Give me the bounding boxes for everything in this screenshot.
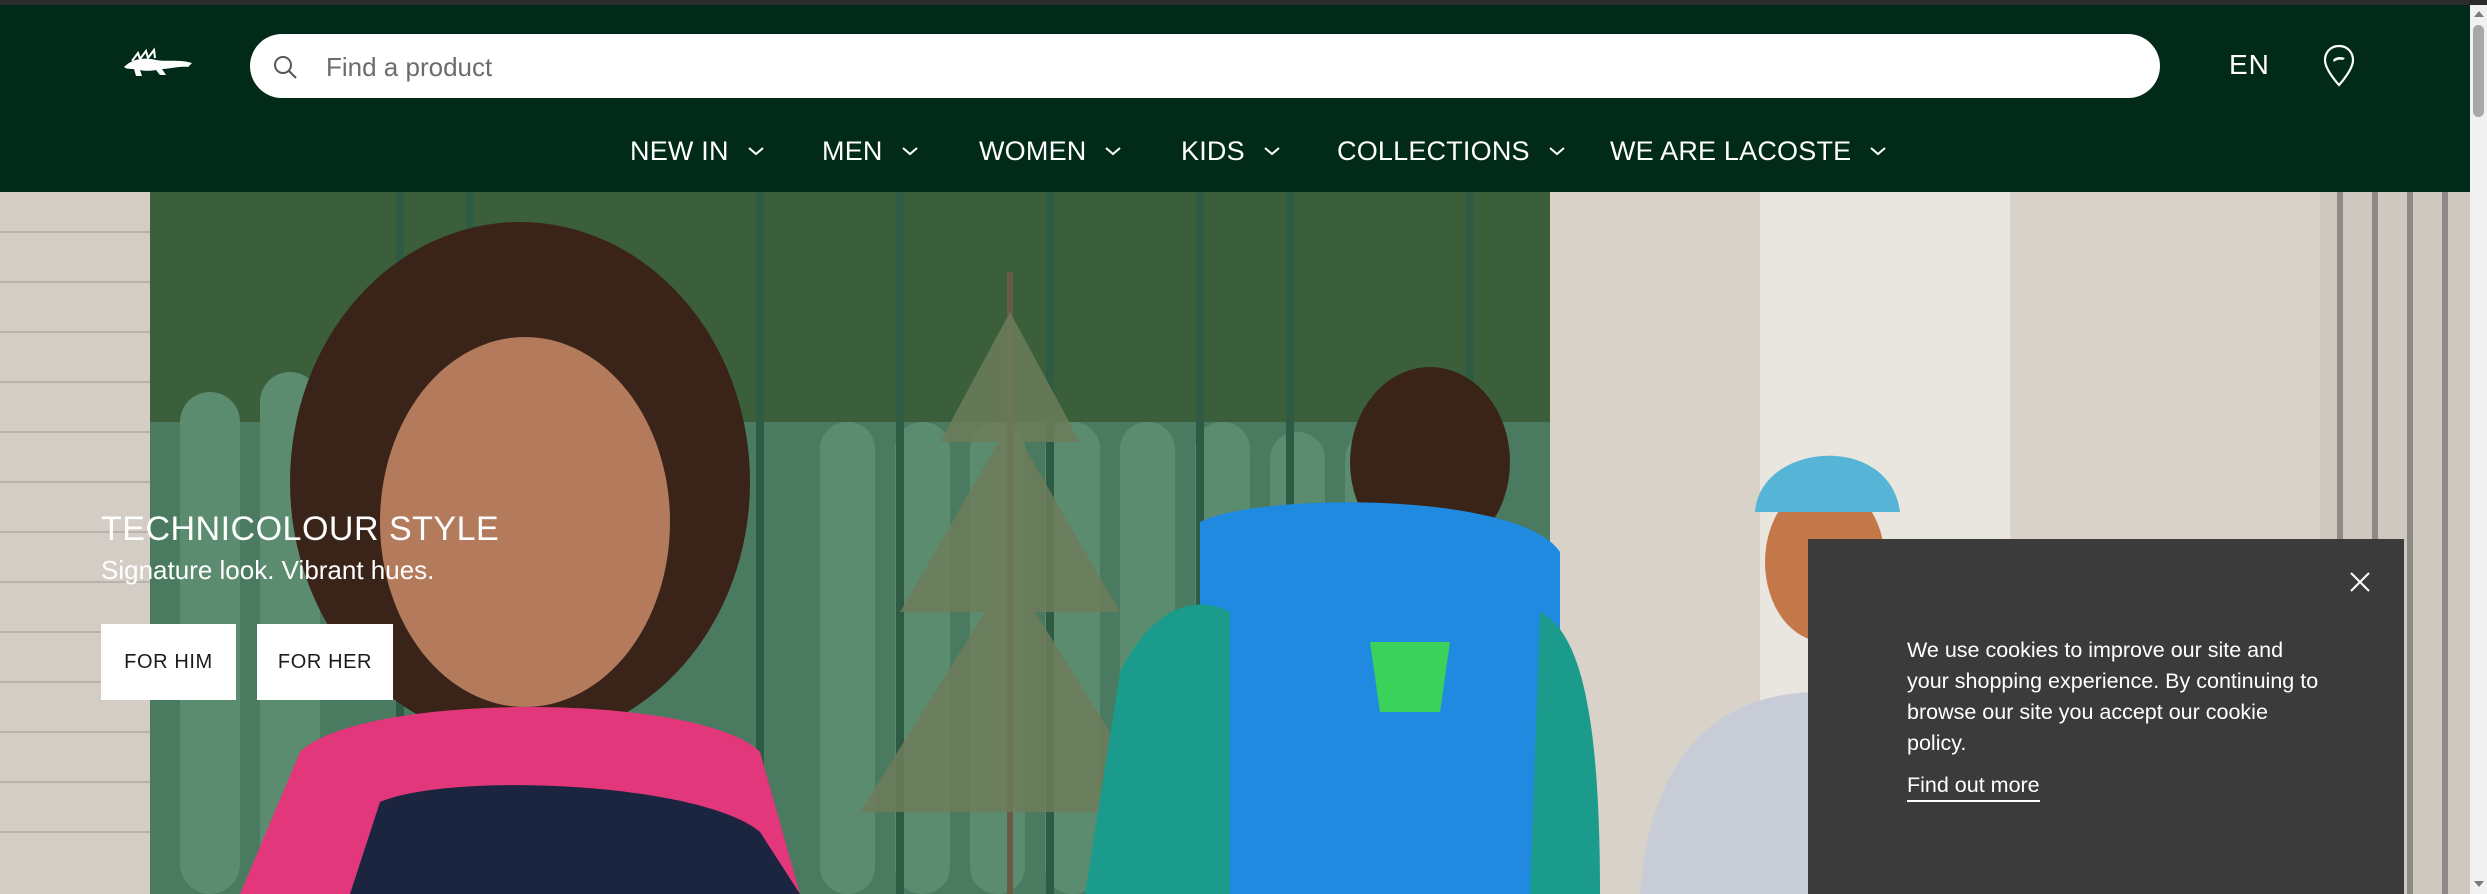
- chevron-down-icon: [1870, 147, 1887, 156]
- find-out-more-link[interactable]: Find out more: [1907, 773, 2040, 802]
- chevron-down-icon: [748, 147, 764, 156]
- hero-title: TECHNICOLOUR STYLE: [101, 510, 500, 548]
- nav-item-collections[interactable]: COLLECTIONS: [1337, 126, 1566, 176]
- search-input[interactable]: [324, 34, 2128, 100]
- page-scrollbar[interactable]: [2470, 5, 2487, 894]
- nav-item-label: NEW IN: [630, 135, 729, 166]
- scroll-thumb[interactable]: [2473, 25, 2484, 117]
- cookie-message: We use cookies to improve our site and y…: [1907, 638, 2319, 755]
- nav-item-label: MEN: [822, 135, 883, 166]
- main-nav: NEW IN MEN WOMEN KIDS COLLECTIONS WE ARE…: [0, 126, 2470, 176]
- cookie-banner: We use cookies to improve our site and y…: [1808, 539, 2404, 894]
- chevron-down-icon: [1105, 147, 1122, 156]
- nav-item-men[interactable]: MEN: [822, 126, 919, 176]
- nav-item-kids[interactable]: KIDS: [1181, 126, 1281, 176]
- chevron-down-icon: [901, 147, 918, 156]
- page: EN NEW IN MEN WOMEN KIDS COLLE: [0, 0, 2487, 894]
- close-icon[interactable]: [2349, 571, 2371, 593]
- scroll-up-arrow-icon[interactable]: [2474, 11, 2484, 17]
- nav-item-we-are-lacoste[interactable]: WE ARE LACOSTE: [1610, 126, 1887, 176]
- hero-subtitle: Signature look. Vibrant hues.: [101, 555, 435, 585]
- nav-item-label: KIDS: [1181, 135, 1245, 166]
- language-selector[interactable]: EN: [2229, 49, 2270, 81]
- for-him-button[interactable]: FOR HIM: [101, 624, 236, 700]
- nav-item-label: WOMEN: [979, 135, 1087, 166]
- search-icon: [274, 56, 297, 79]
- site-header: EN NEW IN MEN WOMEN KIDS COLLE: [0, 5, 2470, 192]
- search-bar[interactable]: [250, 34, 2160, 100]
- location-pin-icon[interactable]: [2322, 43, 2356, 89]
- scroll-down-arrow-icon[interactable]: [2474, 881, 2484, 887]
- nav-item-women[interactable]: WOMEN: [979, 126, 1122, 176]
- lacoste-crocodile-logo[interactable]: [122, 45, 194, 85]
- chevron-down-icon: [1264, 147, 1280, 156]
- nav-item-label: COLLECTIONS: [1337, 135, 1530, 166]
- nav-item-new-in[interactable]: NEW IN: [630, 126, 765, 176]
- chevron-down-icon: [1549, 147, 1565, 156]
- nav-item-label: WE ARE LACOSTE: [1610, 135, 1852, 166]
- for-her-button[interactable]: FOR HER: [257, 624, 393, 700]
